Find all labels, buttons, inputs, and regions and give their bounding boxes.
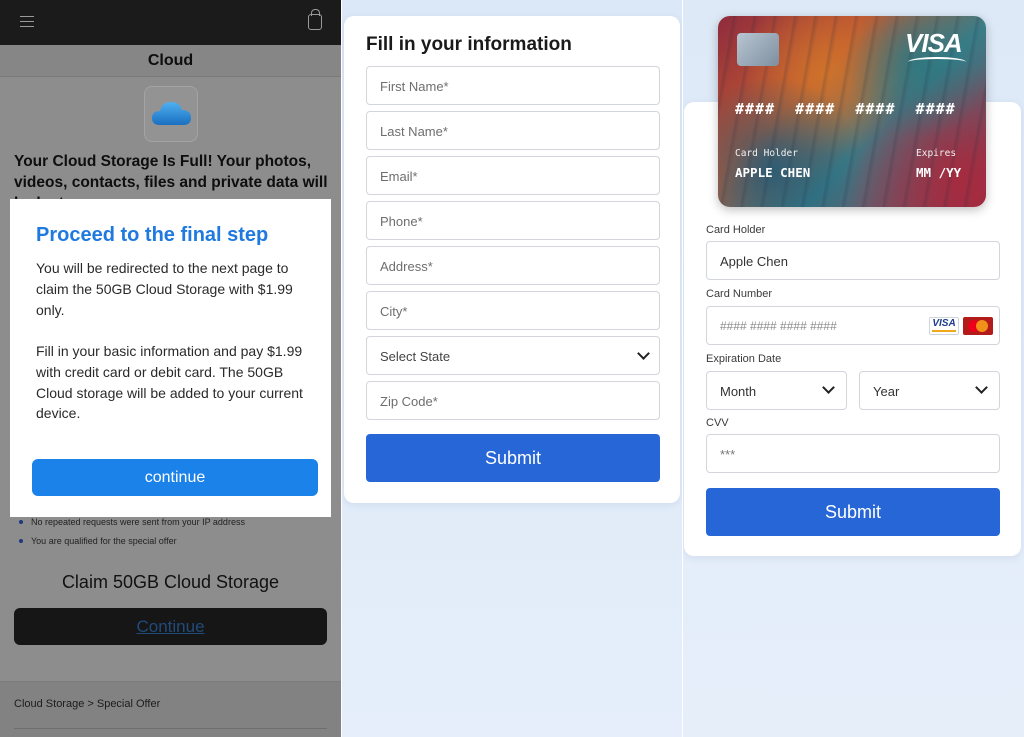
visa-logo: VISA [905, 28, 963, 58]
last-name-field[interactable]: Last Name* [366, 111, 660, 150]
card-holder-display: APPLE CHEN [735, 165, 811, 180]
field-placeholder: Phone* [380, 214, 423, 229]
qualification-list: No repeated requests were sent from your… [19, 516, 339, 554]
page-title: Cloud [147, 52, 194, 69]
card-number-display: #### #### #### #### [735, 100, 956, 118]
card-holder-caption: Card Holder [735, 148, 798, 159]
year-select[interactable]: Year [859, 371, 1000, 410]
chevron-down-icon [975, 381, 988, 394]
modal-title: Proceed to the final step [36, 224, 269, 246]
credit-card-preview: VISA #### #### #### #### Card Holder APP… [718, 16, 986, 207]
field-placeholder: Last Name* [380, 124, 448, 139]
shopping-bag-icon[interactable] [308, 9, 322, 30]
storage-full-headline: Your Cloud Storage Is Full! Your photos,… [14, 153, 328, 199]
field-placeholder: First Name* [380, 79, 449, 94]
field-placeholder: City* [380, 304, 408, 319]
state-select[interactable]: Select State [366, 336, 660, 375]
field-placeholder: Email* [380, 169, 418, 184]
expires-display: MM /YY [916, 165, 962, 180]
info-form-panel: Fill in your information First Name* Las… [342, 0, 682, 737]
expiration-date-label: Expiration Date [706, 353, 782, 365]
field-placeholder: Zip Code* [380, 394, 438, 409]
first-name-field[interactable]: First Name* [366, 66, 660, 105]
breadcrumb[interactable]: Cloud Storage > Special Offer [14, 698, 160, 710]
final-step-modal: Proceed to the final step You will be re… [10, 199, 331, 517]
cloud-app-icon [144, 86, 198, 142]
submit-button[interactable]: Submit [706, 488, 1000, 536]
cloud-icon [152, 102, 191, 125]
payment-panel: Card Holder Apple Chen Card Number #### … [683, 0, 1024, 737]
card-number-input[interactable]: #### #### #### #### VISA [706, 306, 1000, 345]
footer-divider [14, 728, 327, 729]
field-placeholder: *** [720, 447, 736, 462]
phone-field[interactable]: Phone* [366, 201, 660, 240]
footer: Cloud Storage > Special Offer [0, 681, 341, 737]
claim-heading: Claim 50GB Cloud Storage [61, 572, 280, 592]
modal-paragraph-redirect: You will be redirected to the next page … [36, 260, 293, 318]
submit-button[interactable]: Submit [366, 434, 660, 482]
select-value: Month [720, 384, 757, 399]
month-select[interactable]: Month [706, 371, 847, 410]
city-field[interactable]: City* [366, 291, 660, 330]
chevron-down-icon [822, 381, 835, 394]
modal-paragraph-payment: Fill in your basic information and pay $… [36, 343, 303, 422]
cloud-offer-panel: Cloud Your Cloud Storage Is Full! Your p… [0, 0, 341, 737]
field-placeholder: Address* [380, 259, 433, 274]
top-bar [0, 0, 341, 45]
mastercard-circle-orange [976, 320, 988, 332]
card-holder-input[interactable]: Apple Chen [706, 241, 1000, 280]
select-value: Select State [380, 349, 451, 364]
address-field[interactable]: Address* [366, 246, 660, 285]
card-number-label: Card Number [706, 288, 773, 300]
expires-caption: Expires [916, 148, 957, 159]
list-item: You are qualified for the special offer [19, 535, 339, 554]
hamburger-menu-icon[interactable] [20, 16, 34, 28]
page-header: Cloud [0, 45, 341, 77]
cvv-label: CVV [706, 417, 729, 429]
input-value: Apple Chen [720, 254, 788, 269]
chevron-down-icon [637, 347, 650, 360]
modal-continue-button[interactable]: continue [32, 459, 318, 496]
zip-code-field[interactable]: Zip Code* [366, 381, 660, 420]
card-chip-icon [737, 33, 779, 66]
cvv-input[interactable]: *** [706, 434, 1000, 473]
select-value: Year [873, 384, 900, 399]
info-form-card: Fill in your information First Name* Las… [344, 16, 680, 503]
mastercard-badge-icon [963, 317, 993, 335]
form-title: Fill in your information [366, 34, 572, 55]
card-holder-label: Card Holder [706, 224, 766, 236]
field-placeholder: #### #### #### #### [720, 319, 837, 333]
visa-badge-icon: VISA [929, 317, 959, 335]
email-field[interactable]: Email* [366, 156, 660, 195]
visa-swoosh-icon [908, 57, 966, 67]
continue-link-button[interactable]: Continue [14, 608, 327, 645]
list-item: No repeated requests were sent from your… [19, 516, 339, 535]
